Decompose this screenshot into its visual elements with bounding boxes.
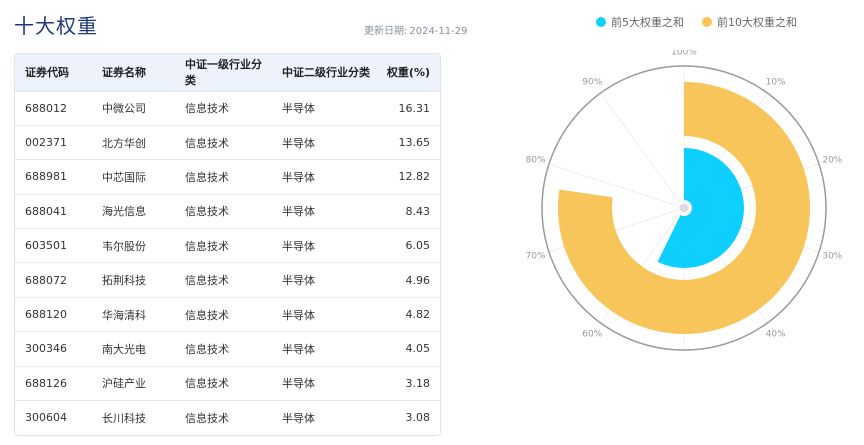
legend-label-top5: 前5大权重之和: [611, 16, 684, 29]
legend-dot-top5: [596, 17, 606, 27]
table-row: 300346 南大光电 信息技术 半导体 4.05: [15, 331, 440, 366]
legend-dot-top10: [702, 17, 712, 27]
cell-industry-l1: 信息技术: [185, 102, 229, 116]
cell-code: 002371: [25, 136, 67, 150]
tick-label: 10%: [766, 77, 786, 87]
cell-name: 华海清科: [102, 308, 146, 322]
table-row: 300604 长川科技 信息技术 半导体 3.08: [15, 400, 440, 435]
header-industry-l2: 中证二级行业分类: [282, 66, 370, 80]
center-dot: [678, 202, 690, 214]
cell-name: 中芯国际: [102, 170, 146, 184]
cell-name: 北方华创: [102, 136, 146, 150]
cell-code: 300604: [25, 411, 67, 425]
header-name: 证券名称: [102, 66, 146, 80]
cell-weight: 6.05: [405, 239, 431, 253]
tick-label: 50%: [674, 360, 694, 361]
table-header-row: 证券代码 证券名称 中证一级行业分类 中证二级行业分类 权重(%): [15, 54, 440, 91]
cell-code: 603501: [25, 239, 67, 253]
cell-code: 688981: [25, 170, 67, 184]
cell-code: 688126: [25, 376, 67, 390]
tick-label: 80%: [526, 155, 546, 165]
cell-weight: 4.05: [405, 342, 431, 356]
cell-weight: 4.96: [405, 273, 431, 287]
cell-industry-l2: 半导体: [282, 377, 315, 391]
cell-industry-l2: 半导体: [282, 274, 315, 288]
tick-label: 70%: [526, 252, 546, 262]
table-row: 688120 华海清科 信息技术 半导体 4.82: [15, 297, 440, 331]
tick-label: 40%: [766, 330, 786, 340]
tick-label: 60%: [582, 330, 602, 340]
cell-weight: 12.82: [398, 170, 431, 184]
cell-industry-l1: 信息技术: [185, 377, 229, 391]
cell-code: 688072: [25, 273, 67, 287]
cell-industry-l2: 半导体: [282, 170, 315, 184]
tick-label: 90%: [582, 77, 602, 87]
cell-name: 韦尔股份: [102, 239, 146, 253]
legend-item-top10[interactable]: 前10大权重之和: [702, 14, 797, 30]
cell-industry-l2: 半导体: [282, 411, 315, 425]
holdings-table: 证券代码 证券名称 中证一级行业分类 中证二级行业分类 权重(%) 688012…: [14, 53, 441, 436]
cell-industry-l2: 半导体: [282, 205, 315, 219]
header-industry-l1: 中证一级行业分类: [185, 58, 262, 88]
table-row: 002371 北方华创 信息技术 半导体 13.65: [15, 125, 440, 159]
cell-name: 南大光电: [102, 342, 146, 356]
cell-name: 中微公司: [102, 102, 146, 116]
cell-weight: 4.82: [405, 308, 431, 322]
cell-weight: 3.18: [405, 376, 431, 390]
chart-legend: 前5大权重之和 前10大权重之和: [596, 14, 797, 30]
cell-industry-l2: 半导体: [282, 342, 315, 356]
cell-code: 688120: [25, 308, 67, 322]
table-row: 688072 拓荆科技 信息技术 半导体 4.96: [15, 262, 440, 297]
table-row: 688041 海光信息 信息技术 半导体 8.43: [15, 194, 440, 228]
cell-industry-l1: 信息技术: [185, 170, 229, 184]
header-code: 证券代码: [25, 66, 69, 80]
cell-industry-l1: 信息技术: [185, 308, 229, 322]
tick-label: 100%: [671, 50, 697, 58]
cell-code: 688041: [25, 204, 67, 218]
cell-industry-l2: 半导体: [282, 239, 315, 253]
cell-industry-l1: 信息技术: [185, 274, 229, 288]
legend-item-top5[interactable]: 前5大权重之和: [596, 14, 684, 30]
cell-industry-l2: 半导体: [282, 136, 315, 150]
cell-name: 拓荆科技: [102, 274, 146, 288]
cell-weight: 13.65: [398, 136, 431, 150]
cell-industry-l1: 信息技术: [185, 239, 229, 253]
cell-code: 300346: [25, 342, 67, 356]
legend-label-top10: 前10大权重之和: [717, 16, 797, 29]
table-row: 603501 韦尔股份 信息技术 半导体 6.05: [15, 228, 440, 263]
tick-label: 30%: [822, 252, 842, 262]
table-row: 688012 中微公司 信息技术 半导体 16.31: [15, 91, 440, 125]
polar-bar-chart: 100% 10% 20% 30% 40% 50% 60% 70% 80% 90%: [526, 50, 843, 361]
cell-name: 海光信息: [102, 205, 146, 219]
cell-industry-l1: 信息技术: [185, 342, 229, 356]
cell-weight: 16.31: [398, 101, 431, 115]
update-date: 更新日期: 2024-11-29: [362, 22, 468, 37]
cell-industry-l1: 信息技术: [185, 136, 229, 150]
cell-weight: 3.08: [405, 411, 431, 425]
cell-name: 沪硅产业: [102, 377, 146, 391]
cell-code: 688012: [25, 101, 67, 115]
table-row: 688126 沪硅产业 信息技术 半导体 3.18: [15, 366, 440, 400]
update-label: 更新日期:: [364, 26, 408, 37]
cell-name: 长川科技: [102, 411, 146, 425]
page-title: 十大权重: [14, 14, 98, 38]
cell-industry-l2: 半导体: [282, 102, 315, 116]
cell-industry-l1: 信息技术: [185, 411, 229, 425]
header-weight: 权重(%): [386, 66, 430, 80]
table-row: 688981 中芯国际 信息技术 半导体 12.82: [15, 159, 440, 194]
tick-label: 20%: [822, 155, 842, 165]
cell-weight: 8.43: [405, 204, 431, 218]
cell-industry-l1: 信息技术: [185, 205, 229, 219]
cell-industry-l2: 半导体: [282, 308, 315, 322]
update-date-value: 2024-11-29: [409, 26, 468, 37]
